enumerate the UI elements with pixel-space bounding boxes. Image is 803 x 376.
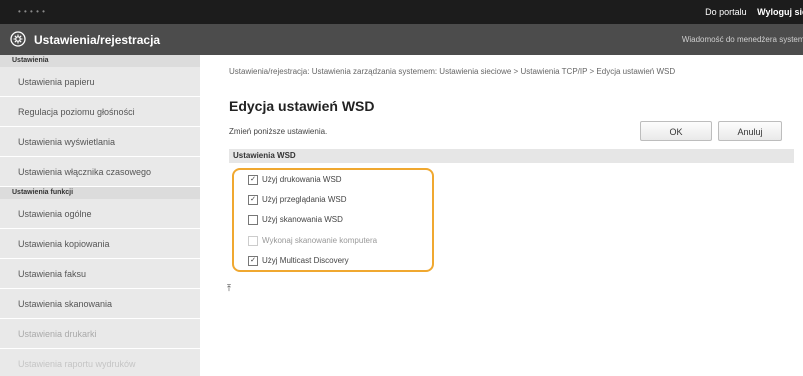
sidebar-item-copy-settings[interactable]: Ustawienia kopiowania — [0, 229, 200, 259]
model-name: • • • • • — [18, 7, 46, 16]
computer-scan-label: Wykonaj skanowanie komputera — [262, 236, 378, 245]
top-bar: • • • • • Do portalu Wyloguj się — [0, 0, 803, 24]
sidebar-item-timer-settings[interactable]: Ustawienia włącznika czasowego — [0, 157, 200, 187]
logout-link[interactable]: Wyloguj się — [757, 7, 803, 17]
sidebar-heading-function-settings: Ustawienia funkcji — [0, 187, 200, 199]
sidebar-item-fax-settings[interactable]: Ustawienia faksu — [0, 259, 200, 289]
title-bar: Ustawienia/rejestracja Wiadomość do mene… — [0, 24, 803, 55]
sidebar-item-common-settings[interactable]: Ustawienia ogólne — [0, 199, 200, 229]
sidebar-item-print-report-settings[interactable]: Ustawienia raportu wydruków — [0, 349, 200, 376]
wsd-scan-label: Użyj skanowania WSD — [262, 215, 343, 224]
section-header: Ustawienia WSD — [229, 149, 794, 163]
settings-icon — [10, 31, 26, 47]
cancel-button[interactable]: Anuluj — [718, 121, 782, 141]
instruction-text: Zmień poniższe ustawienia. — [229, 127, 328, 136]
wsd-scan-option[interactable]: Użyj skanowania WSD — [248, 214, 343, 226]
computer-scan-checkbox — [248, 236, 258, 246]
system-manager-message-link[interactable]: Wiadomość do menedżera systemu — [682, 35, 803, 44]
sidebar-item-volume-settings[interactable]: Regulacja poziomu głośności — [0, 97, 200, 127]
top-links: Do portalu Wyloguj się — [697, 7, 803, 17]
ok-button[interactable]: OK — [640, 121, 712, 141]
scroll-to-top-icon[interactable]: ⤒ — [227, 283, 231, 294]
main-content: Ustawienia/rejestracja: Ustawienia zarzą… — [200, 55, 803, 376]
app-title: Ustawienia/rejestracja — [34, 33, 161, 47]
wsd-print-option[interactable]: ✓ Użyj drukowania WSD — [248, 174, 342, 186]
multicast-discovery-option[interactable]: ✓ Użyj Multicast Discovery — [248, 255, 349, 267]
breadcrumb: Ustawienia/rejestracja: Ustawienia zarzą… — [229, 67, 676, 76]
sidebar-heading-settings: Ustawienia — [0, 55, 200, 67]
multicast-discovery-label: Użyj Multicast Discovery — [262, 256, 349, 265]
wsd-browse-option[interactable]: ✓ Użyj przeglądania WSD — [248, 194, 346, 206]
page-title: Edycja ustawień WSD — [229, 98, 375, 114]
wsd-browse-checkbox[interactable]: ✓ — [248, 195, 258, 205]
sidebar-item-scan-settings[interactable]: Ustawienia skanowania — [0, 289, 200, 319]
portal-link[interactable]: Do portalu — [705, 7, 747, 17]
sidebar-item-display-settings[interactable]: Ustawienia wyświetlania — [0, 127, 200, 157]
wsd-browse-label: Użyj przeglądania WSD — [262, 195, 347, 204]
sidebar: Ustawienia Ustawienia papieru Regulacja … — [0, 55, 200, 376]
sidebar-item-printer-settings[interactable]: Ustawienia drukarki — [0, 319, 200, 349]
computer-scan-option: Wykonaj skanowanie komputera — [248, 235, 377, 247]
wsd-scan-checkbox[interactable] — [248, 215, 258, 225]
sidebar-item-paper-settings[interactable]: Ustawienia papieru — [0, 67, 200, 97]
multicast-discovery-checkbox[interactable]: ✓ — [248, 256, 258, 266]
wsd-print-label: Użyj drukowania WSD — [262, 175, 342, 184]
wsd-print-checkbox[interactable]: ✓ — [248, 175, 258, 185]
